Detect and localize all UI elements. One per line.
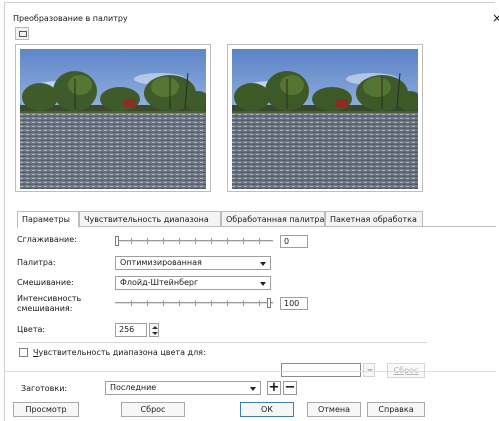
ok-button[interactable]: ОК [240,402,294,417]
slider-tick [163,300,164,306]
minus-icon: − [284,380,296,395]
presets-select-value: Последние [110,383,157,392]
slider-tick [259,238,260,244]
slider-tick [211,300,212,306]
dithering-label: Смешивание: [17,278,74,287]
range-color-swatch[interactable] [281,363,361,377]
dither-intensity-label-line2: смешивания: [17,304,73,313]
slider-tick [195,238,196,244]
colors-spinner[interactable] [149,323,159,337]
tab-batch-processing[interactable]: Пакетная обработка [325,211,423,227]
cancel-button[interactable]: Отмена [307,402,361,417]
slider-track [115,302,273,304]
reset-button[interactable]: Сброс [121,402,185,417]
footer-divider [5,371,496,372]
help-button[interactable]: Справка [367,402,425,417]
slider-tick [227,300,228,306]
dithering-select-value: Флойд-Штейнберг [120,278,199,287]
processed-preview-pane[interactable] [227,44,423,192]
processed-photo [232,49,418,189]
slider-tick [243,300,244,306]
range-sensitivity-label-text: увствительность диапазона цвета для: [38,348,206,357]
slider-tick [259,300,260,306]
spin-up-icon[interactable] [152,326,158,329]
chevron-down-icon [260,262,266,266]
slider-thumb[interactable] [267,298,271,308]
slider-tick [147,300,148,306]
chevron-down-icon [250,387,256,391]
range-sensitivity-label: Чувствительность диапазона цвета для: [33,348,206,357]
slider-tick [227,238,228,244]
smoothing-value-input[interactable]: 0 [280,235,308,248]
dither-intensity-value-input[interactable]: 100 [280,297,308,310]
slider-tick [131,300,132,306]
slider-tick [243,238,244,244]
parameters-panel: Сглаживание: 0 Палитра: Оптимизированная… [17,226,496,378]
smoothing-label: Сглаживание: [17,235,77,244]
preview-button[interactable]: Просмотр [13,402,79,417]
spin-down-icon[interactable] [152,332,158,335]
slider-tick [195,300,196,306]
plus-icon: + [268,380,280,395]
chevron-down-icon [260,282,266,286]
close-icon[interactable]: × [492,11,499,25]
slider-tick [179,300,180,306]
chevron-down-icon[interactable] [363,363,375,377]
view-toggle-icon[interactable] [15,27,29,40]
dither-intensity-slider[interactable] [115,297,273,309]
palette-select-value: Оптимизированная [120,258,202,267]
slider-tick [163,238,164,244]
divider [17,342,427,343]
dither-intensity-label-line1: Интенсивность [17,294,82,303]
title-bar: Преобразование в палитру × [5,3,499,27]
palette-select[interactable]: Оптимизированная [115,256,271,270]
slider-tick [211,238,212,244]
tab-parameters[interactable]: Параметры [17,211,79,228]
presets-select[interactable]: Последние [105,381,261,395]
presets-label: Заготовки: [21,384,68,393]
original-preview-pane[interactable] [15,44,211,192]
tab-range-sensitivity[interactable]: Чувствительность диапазона [79,211,221,227]
range-sensitivity-checkbox[interactable] [19,348,28,357]
slider-thumb[interactable] [115,236,119,246]
dithering-select[interactable]: Флойд-Штейнберг [115,276,271,290]
slider-tick [131,238,132,244]
palette-label: Палитра: [17,258,56,267]
convert-to-palette-dialog: Преобразование в палитру × Параметры Чув… [4,2,499,421]
smoothing-slider[interactable] [115,235,273,247]
remove-preset-button[interactable]: − [283,381,297,395]
colors-label: Цвета: [17,325,46,334]
dialog-title: Преобразование в палитру [13,14,128,23]
slider-tick [179,238,180,244]
slider-track [115,240,273,242]
tab-processed-palette[interactable]: Обработанная палитра [221,211,325,227]
add-preset-button[interactable]: + [267,381,281,395]
original-photo [20,49,206,189]
colors-value-input[interactable]: 256 [115,323,147,337]
slider-tick [147,238,148,244]
